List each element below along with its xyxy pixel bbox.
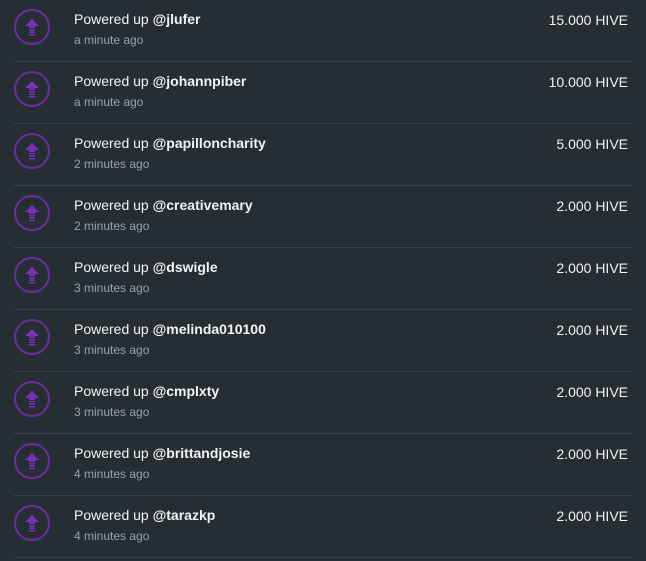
power-up-arrow-icon — [14, 505, 50, 541]
transaction-amount: 15.000 HIVE — [548, 12, 628, 28]
transaction-amount: 2.000 HIVE — [556, 322, 628, 338]
transaction-action: Powered up — [74, 321, 149, 337]
transaction-amount: 2.000 HIVE — [556, 260, 628, 276]
transaction-title: Powered up @tarazkp — [74, 507, 215, 523]
power-up-arrow-icon — [14, 9, 50, 45]
transaction-action: Powered up — [74, 259, 149, 275]
transaction-user-link[interactable]: @papilloncharity — [153, 135, 266, 151]
transaction-action: Powered up — [74, 11, 149, 27]
transaction-time: a minute ago — [74, 33, 144, 47]
transaction-user-link[interactable]: @brittandjosie — [153, 445, 251, 461]
power-up-arrow-icon — [14, 257, 50, 293]
transaction-user-link[interactable]: @cmplxty — [153, 383, 220, 399]
list-item[interactable]: Powered up @johannpiber a minute ago 10.… — [14, 62, 632, 124]
transaction-amount: 5.000 HIVE — [556, 136, 628, 152]
transaction-title: Powered up @creativemary — [74, 197, 253, 213]
transaction-action: Powered up — [74, 507, 149, 523]
transaction-amount: 2.000 HIVE — [556, 446, 628, 462]
transaction-user-link[interactable]: @melinda010100 — [153, 321, 266, 337]
power-up-arrow-icon — [14, 443, 50, 479]
transaction-user-link[interactable]: @jlufer — [153, 11, 201, 27]
list-item[interactable]: Powered up @jlufer a minute ago 15.000 H… — [14, 0, 632, 62]
power-up-arrow-icon — [14, 71, 50, 107]
transaction-amount: 10.000 HIVE — [548, 74, 628, 90]
transaction-amount: 2.000 HIVE — [556, 384, 628, 400]
transaction-time: 3 minutes ago — [74, 281, 150, 295]
power-up-arrow-icon — [14, 381, 50, 417]
power-up-arrow-icon — [14, 133, 50, 169]
list-item[interactable]: Powered up @papilloncharity 2 minutes ag… — [14, 124, 632, 186]
transaction-action: Powered up — [74, 73, 149, 89]
transaction-time: 4 minutes ago — [74, 529, 150, 543]
transaction-user-link[interactable]: @dswigle — [153, 259, 218, 275]
transaction-user-link[interactable]: @creativemary — [153, 197, 253, 213]
transaction-time: 4 minutes ago — [74, 467, 150, 481]
transaction-time: a minute ago — [74, 95, 144, 109]
transaction-title: Powered up @melinda010100 — [74, 321, 266, 337]
transaction-time: 3 minutes ago — [74, 343, 150, 357]
transaction-title: Powered up @johannpiber — [74, 73, 246, 89]
transaction-title: Powered up @brittandjosie — [74, 445, 250, 461]
power-up-arrow-icon — [14, 319, 50, 355]
transaction-title: Powered up @papilloncharity — [74, 135, 266, 151]
transaction-action: Powered up — [74, 197, 149, 213]
list-item[interactable]: Powered up @dswigle 3 minutes ago 2.000 … — [14, 248, 632, 310]
list-item[interactable]: Powered up @tarazkp 4 minutes ago 2.000 … — [14, 496, 632, 558]
transaction-user-link[interactable]: @johannpiber — [153, 73, 247, 89]
list-item[interactable]: Powered up @cmplxty 3 minutes ago 2.000 … — [14, 372, 632, 434]
list-item[interactable]: Powered up @brittandjosie 4 minutes ago … — [14, 434, 632, 496]
transaction-time: 2 minutes ago — [74, 219, 150, 233]
transaction-list: Powered up @jlufer a minute ago 15.000 H… — [0, 0, 646, 561]
transaction-action: Powered up — [74, 445, 149, 461]
transaction-amount: 2.000 HIVE — [556, 508, 628, 524]
transaction-action: Powered up — [74, 383, 149, 399]
list-item[interactable]: Powered up @creativemary 2 minutes ago 2… — [14, 186, 632, 248]
transaction-title: Powered up @jlufer — [74, 11, 201, 27]
transaction-time: 2 minutes ago — [74, 157, 150, 171]
transaction-time: 3 minutes ago — [74, 405, 150, 419]
transaction-title: Powered up @dswigle — [74, 259, 218, 275]
transaction-action: Powered up — [74, 135, 149, 151]
transaction-user-link[interactable]: @tarazkp — [153, 507, 216, 523]
transaction-title: Powered up @cmplxty — [74, 383, 219, 399]
power-up-arrow-icon — [14, 195, 50, 231]
list-item[interactable]: Powered up @melinda010100 3 minutes ago … — [14, 310, 632, 372]
transaction-amount: 2.000 HIVE — [556, 198, 628, 214]
